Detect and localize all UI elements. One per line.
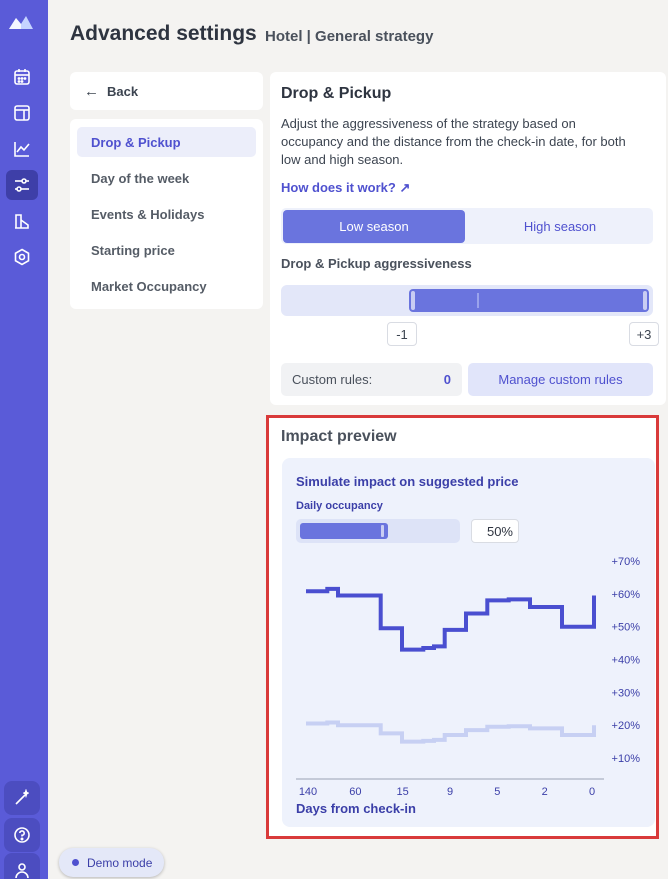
demo-mode-badge[interactable]: Demo mode bbox=[59, 848, 164, 877]
x-tick-label: 5 bbox=[494, 786, 500, 798]
high-season-tab[interactable]: High season bbox=[469, 210, 651, 243]
custom-rules-count: 0 bbox=[443, 372, 451, 387]
calendar-icon[interactable] bbox=[6, 62, 38, 92]
x-tick-label: 0 bbox=[589, 786, 595, 798]
custom-rules-summary: Custom rules: 0 bbox=[281, 363, 462, 396]
y-tick-label: +70% bbox=[612, 556, 641, 568]
user-icon[interactable] bbox=[4, 853, 40, 879]
back-button[interactable]: ← Back bbox=[70, 72, 263, 110]
menu-item-drop-pickup[interactable]: Drop & Pickup bbox=[77, 127, 256, 157]
y-tick-label: +20% bbox=[612, 720, 641, 732]
help-icon[interactable] bbox=[4, 818, 40, 852]
demo-mode-label: Demo mode bbox=[87, 855, 153, 870]
x-tick-label: 9 bbox=[447, 786, 453, 798]
page-title: Advanced settings bbox=[70, 22, 257, 45]
slider-tick bbox=[477, 293, 479, 308]
back-label: Back bbox=[107, 83, 139, 99]
app-rail bbox=[0, 0, 48, 879]
impact-preview-card: Impact preview Simulate impact on sugges… bbox=[266, 415, 659, 839]
x-tick-label: 15 bbox=[397, 786, 409, 798]
menu-item-market-occupancy[interactable]: Market Occupancy bbox=[77, 271, 256, 301]
aggressiveness-label: Drop & Pickup aggressiveness bbox=[281, 256, 472, 271]
drop-pickup-card: Drop & Pickup Adjust the aggressiveness … bbox=[270, 72, 666, 405]
x-tick-label: 2 bbox=[542, 786, 548, 798]
series-line-primary bbox=[306, 586, 596, 652]
aggressiveness-slider[interactable] bbox=[281, 285, 653, 316]
page-subtitle: Hotel | General strategy bbox=[265, 28, 434, 45]
section-description: Adjust the aggressiveness of the strateg… bbox=[281, 116, 626, 167]
range-min-label: -1 bbox=[387, 322, 417, 346]
logo-icon[interactable] bbox=[8, 12, 34, 32]
range-max-label: +3 bbox=[629, 322, 659, 346]
simulation-panel: Simulate impact on suggested price Daily… bbox=[282, 458, 655, 827]
settings-menu: Drop & Pickup Day of the week Events & H… bbox=[70, 119, 263, 309]
layout-icon[interactable] bbox=[6, 98, 38, 128]
impact-title: Impact preview bbox=[281, 428, 397, 445]
y-tick-label: +60% bbox=[612, 589, 641, 601]
building-icon[interactable] bbox=[6, 206, 38, 236]
menu-item-day-of-week[interactable]: Day of the week bbox=[77, 163, 256, 193]
low-season-tab[interactable]: Low season bbox=[283, 210, 465, 243]
series-line-secondary bbox=[306, 720, 596, 744]
y-tick-label: +30% bbox=[612, 687, 641, 699]
settings-icon[interactable] bbox=[6, 242, 38, 272]
y-tick-label: +40% bbox=[612, 655, 641, 667]
status-dot bbox=[72, 859, 79, 866]
slider-min-handle[interactable] bbox=[411, 291, 415, 310]
y-tick-label: +10% bbox=[612, 753, 641, 765]
sliders-icon[interactable] bbox=[6, 170, 38, 200]
y-tick-label: +50% bbox=[612, 622, 641, 634]
section-title: Drop & Pickup bbox=[281, 85, 392, 102]
chart-x-axis-label: Days from check-in bbox=[296, 801, 416, 816]
arrow-left-icon: ← bbox=[84, 82, 99, 100]
menu-item-events-holidays[interactable]: Events & Holidays bbox=[77, 199, 256, 229]
custom-rules-label: Custom rules: bbox=[292, 372, 373, 387]
slider-max-handle[interactable] bbox=[643, 291, 647, 310]
season-toggle: Low season High season bbox=[281, 208, 653, 244]
impact-chart: +70% +60% +50% +40% +30% +20% +10% 140 60 15 9 5 2 0 bbox=[296, 556, 641, 798]
magic-wand-icon[interactable] bbox=[4, 781, 40, 815]
how-it-works-link[interactable]: How does it work? ↗ bbox=[281, 180, 410, 196]
slider-range bbox=[409, 289, 649, 312]
manage-custom-rules-button[interactable]: Manage custom rules bbox=[468, 363, 653, 396]
x-tick-label: 60 bbox=[349, 786, 361, 798]
chart-line-icon[interactable] bbox=[6, 134, 38, 164]
x-tick-label: 140 bbox=[299, 786, 317, 798]
menu-item-starting-price[interactable]: Starting price bbox=[77, 235, 256, 265]
